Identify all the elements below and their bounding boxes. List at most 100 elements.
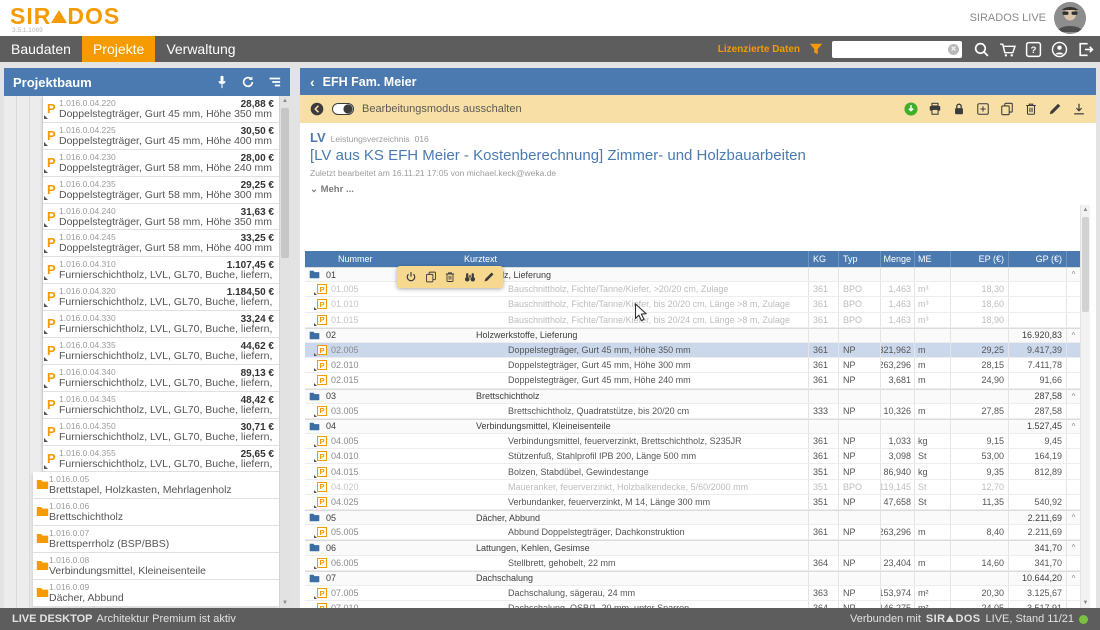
- table-scrollbar[interactable]: ▲ ▼: [1080, 205, 1090, 608]
- list-item[interactable]: P 48,42 € 1.016.0.04.345 Furnierschichth…: [43, 392, 279, 419]
- avatar[interactable]: [1054, 2, 1086, 34]
- list-item[interactable]: 1.016.0.06 Brettschichtholz: [33, 499, 279, 526]
- list-item[interactable]: 1.016.0.09 Dächer, Abbund: [33, 580, 279, 607]
- collapse-caret-icon[interactable]: ^: [1072, 574, 1076, 583]
- table-row[interactable]: P 01.015 Bauschnittholz, Fichte/Tanne/Ki…: [305, 313, 1080, 328]
- more-expander[interactable]: ⌄ Mehr ...: [310, 184, 1096, 195]
- row-ep: 24,05: [950, 601, 1008, 608]
- table-row[interactable]: 06 Lattungen, Kehlen, Gesimse 341,70 ^: [305, 540, 1080, 555]
- copy-icon[interactable]: [425, 271, 437, 283]
- list-item[interactable]: 1.016.0.07 Brettsperrholz (BSP/BBS): [33, 526, 279, 553]
- table-row[interactable]: P 03.005 Brettschichtholz, Quadratstütze…: [305, 404, 1080, 419]
- table-row[interactable]: P 06.005 Stellbrett, gehobelt, 22 mm 364…: [305, 556, 1080, 571]
- table-row[interactable]: P 05.005 Abbund Doppelstegträger, Dachko…: [305, 525, 1080, 540]
- search-icon[interactable]: [973, 41, 990, 58]
- tab-baudaten[interactable]: Baudaten: [0, 36, 82, 62]
- deactivate-icon[interactable]: [405, 271, 417, 283]
- collapse-caret-icon[interactable]: ^: [1072, 331, 1076, 340]
- row-me: [914, 390, 950, 403]
- row-kurztext: Dachschalung, sägerau, 24 mm: [460, 586, 808, 600]
- print-icon[interactable]: [928, 102, 942, 116]
- import-icon[interactable]: [904, 102, 918, 116]
- folder-icon: [36, 560, 49, 571]
- tree-scrollbar[interactable]: ▲ ▼: [279, 96, 290, 608]
- table-row[interactable]: P 02.015 Doppelstegträger, Gurt 45 mm, H…: [305, 373, 1080, 388]
- search-binoculars-icon[interactable]: [464, 271, 476, 283]
- list-item[interactable]: P 33,24 € 1.016.0.04.330 Furnierschichth…: [43, 311, 279, 338]
- collapse-caret-icon[interactable]: ^: [1072, 543, 1076, 552]
- list-item[interactable]: P 33,25 € 1.016.0.04.245 Doppelstegträge…: [43, 230, 279, 257]
- collapse-caret-icon[interactable]: ^: [1072, 392, 1076, 401]
- list-item[interactable]: P 28,00 € 1.016.0.04.230 Doppelstegträge…: [43, 150, 279, 177]
- table-row[interactable]: P 04.005 Verbindungsmittel, feuerverzink…: [305, 434, 1080, 449]
- collapse-back-icon[interactable]: [310, 102, 324, 116]
- list-item[interactable]: 1.016.0.05 Brettstapel, Holzkasten, Mehr…: [33, 472, 279, 499]
- table-row[interactable]: P 04.015 Bolzen, Stabdübel, Gewindestang…: [305, 464, 1080, 479]
- add-icon[interactable]: [976, 102, 990, 116]
- row-gp: 3.517,91: [1008, 601, 1066, 608]
- export-icon[interactable]: [1072, 102, 1086, 116]
- table-row[interactable]: P 02.005 Doppelstegträger, Gurt 45 mm, H…: [305, 343, 1080, 358]
- list-item[interactable]: P 29,25 € 1.016.0.04.235 Doppelstegträge…: [43, 177, 279, 204]
- collapse-caret-icon[interactable]: ^: [1072, 422, 1076, 431]
- list-item[interactable]: P 89,13 € 1.016.0.04.340 Furnierschichth…: [43, 365, 279, 392]
- search-input[interactable]: [832, 41, 962, 58]
- cart-icon[interactable]: [999, 41, 1016, 58]
- table-row[interactable]: P 04.010 Stützenfuß, Stahlprofil IPB 200…: [305, 449, 1080, 464]
- tab-projekte[interactable]: Projekte: [82, 36, 155, 62]
- row-menge: [880, 511, 914, 524]
- scroll-down-icon[interactable]: ▼: [280, 598, 290, 608]
- copy-icon[interactable]: [1000, 102, 1014, 116]
- list-item[interactable]: P 44,62 € 1.016.0.04.335 Furnierschichth…: [43, 338, 279, 365]
- table-row[interactable]: 07 Dachschalung 10.644,20 ^: [305, 571, 1080, 586]
- list-item[interactable]: P 31,63 € 1.016.0.04.240 Doppelstegträge…: [43, 204, 279, 231]
- scrollbar-thumb[interactable]: [281, 108, 289, 258]
- logo-triangle-icon: [51, 10, 67, 23]
- back-chevron-icon[interactable]: ‹: [310, 74, 315, 90]
- row-kg: 351: [808, 495, 838, 509]
- table-row[interactable]: P 01.010 Bauschnittholz, Fichte/Tanne/Ki…: [305, 297, 1080, 312]
- list-item[interactable]: P 1.107,45 € 1.016.0.04.310 Furnierschic…: [43, 257, 279, 284]
- table-row[interactable]: P 04.025 Verbundanker, feuerverzinkt, M …: [305, 495, 1080, 510]
- list-item[interactable]: P 28,88 € 1.016.0.04.220 Doppelstegträge…: [43, 96, 279, 123]
- delete-icon[interactable]: [1024, 102, 1038, 116]
- collapse-caret-icon[interactable]: ^: [1072, 270, 1076, 279]
- scrollbar-thumb[interactable]: [1082, 217, 1089, 312]
- delete-icon[interactable]: [444, 271, 456, 283]
- table-row[interactable]: 02 Holzwerkstoffe, Lieferung 16.920,83 ^: [305, 328, 1080, 343]
- table-row[interactable]: P 07.010 Dachschalung, OSB/1, 20 mm, unt…: [305, 601, 1080, 608]
- lock-icon[interactable]: [952, 102, 966, 116]
- edit-icon[interactable]: [483, 271, 495, 283]
- table-row[interactable]: 05 Dächer, Abbund 2.211,69 ^: [305, 510, 1080, 525]
- edit-icon[interactable]: [1048, 102, 1062, 116]
- edit-mode-toggle[interactable]: [332, 103, 354, 115]
- logout-icon[interactable]: [1077, 41, 1094, 58]
- list-item[interactable]: 1.016.0.08 Verbindungsmittel, Kleineisen…: [33, 553, 279, 580]
- tab-verwaltung[interactable]: Verwaltung: [155, 36, 246, 62]
- account-icon[interactable]: [1051, 41, 1068, 58]
- row-kurztext: Lattungen, Kehlen, Gesimse: [460, 541, 808, 554]
- row-gp: [1008, 282, 1066, 296]
- row-menge: 153,974: [880, 586, 914, 600]
- table-row[interactable]: P 02.010 Doppelstegträger, Gurt 45 mm, H…: [305, 358, 1080, 373]
- pin-icon[interactable]: [215, 75, 229, 89]
- scroll-down-icon[interactable]: ▼: [1081, 598, 1090, 608]
- hierarchy-icon[interactable]: [267, 75, 281, 89]
- table-row[interactable]: 04 Verbindungsmittel, Kleineisenteile 1.…: [305, 419, 1080, 434]
- clear-search-icon[interactable]: ✕: [948, 44, 959, 55]
- table-row[interactable]: 03 Brettschichtholz 287,58 ^: [305, 389, 1080, 404]
- list-item[interactable]: P 30,71 € 1.016.0.04.350 Furnierschichth…: [43, 419, 279, 446]
- help-icon[interactable]: ?: [1025, 41, 1042, 58]
- list-item[interactable]: P 25,65 € 1.016.0.04.355 Furnierschichth…: [43, 446, 279, 473]
- collapse-caret-icon[interactable]: ^: [1072, 513, 1076, 522]
- table-row[interactable]: P 04.020 Maueranker, feuerverzinkt, Holz…: [305, 480, 1080, 495]
- list-item[interactable]: P 30,50 € 1.016.0.04.225 Doppelstegträge…: [43, 123, 279, 150]
- filter-icon[interactable]: [809, 42, 823, 56]
- refresh-icon[interactable]: [241, 75, 255, 89]
- table-row[interactable]: P 07.005 Dachschalung, sägerau, 24 mm 36…: [305, 586, 1080, 601]
- row-me: m: [914, 404, 950, 418]
- item-price: 28,00 €: [241, 153, 274, 164]
- list-item[interactable]: P 1.184,50 € 1.016.0.04.320 Furnierschic…: [43, 284, 279, 311]
- scroll-up-icon[interactable]: ▲: [1081, 205, 1090, 215]
- scroll-up-icon[interactable]: ▲: [280, 96, 290, 106]
